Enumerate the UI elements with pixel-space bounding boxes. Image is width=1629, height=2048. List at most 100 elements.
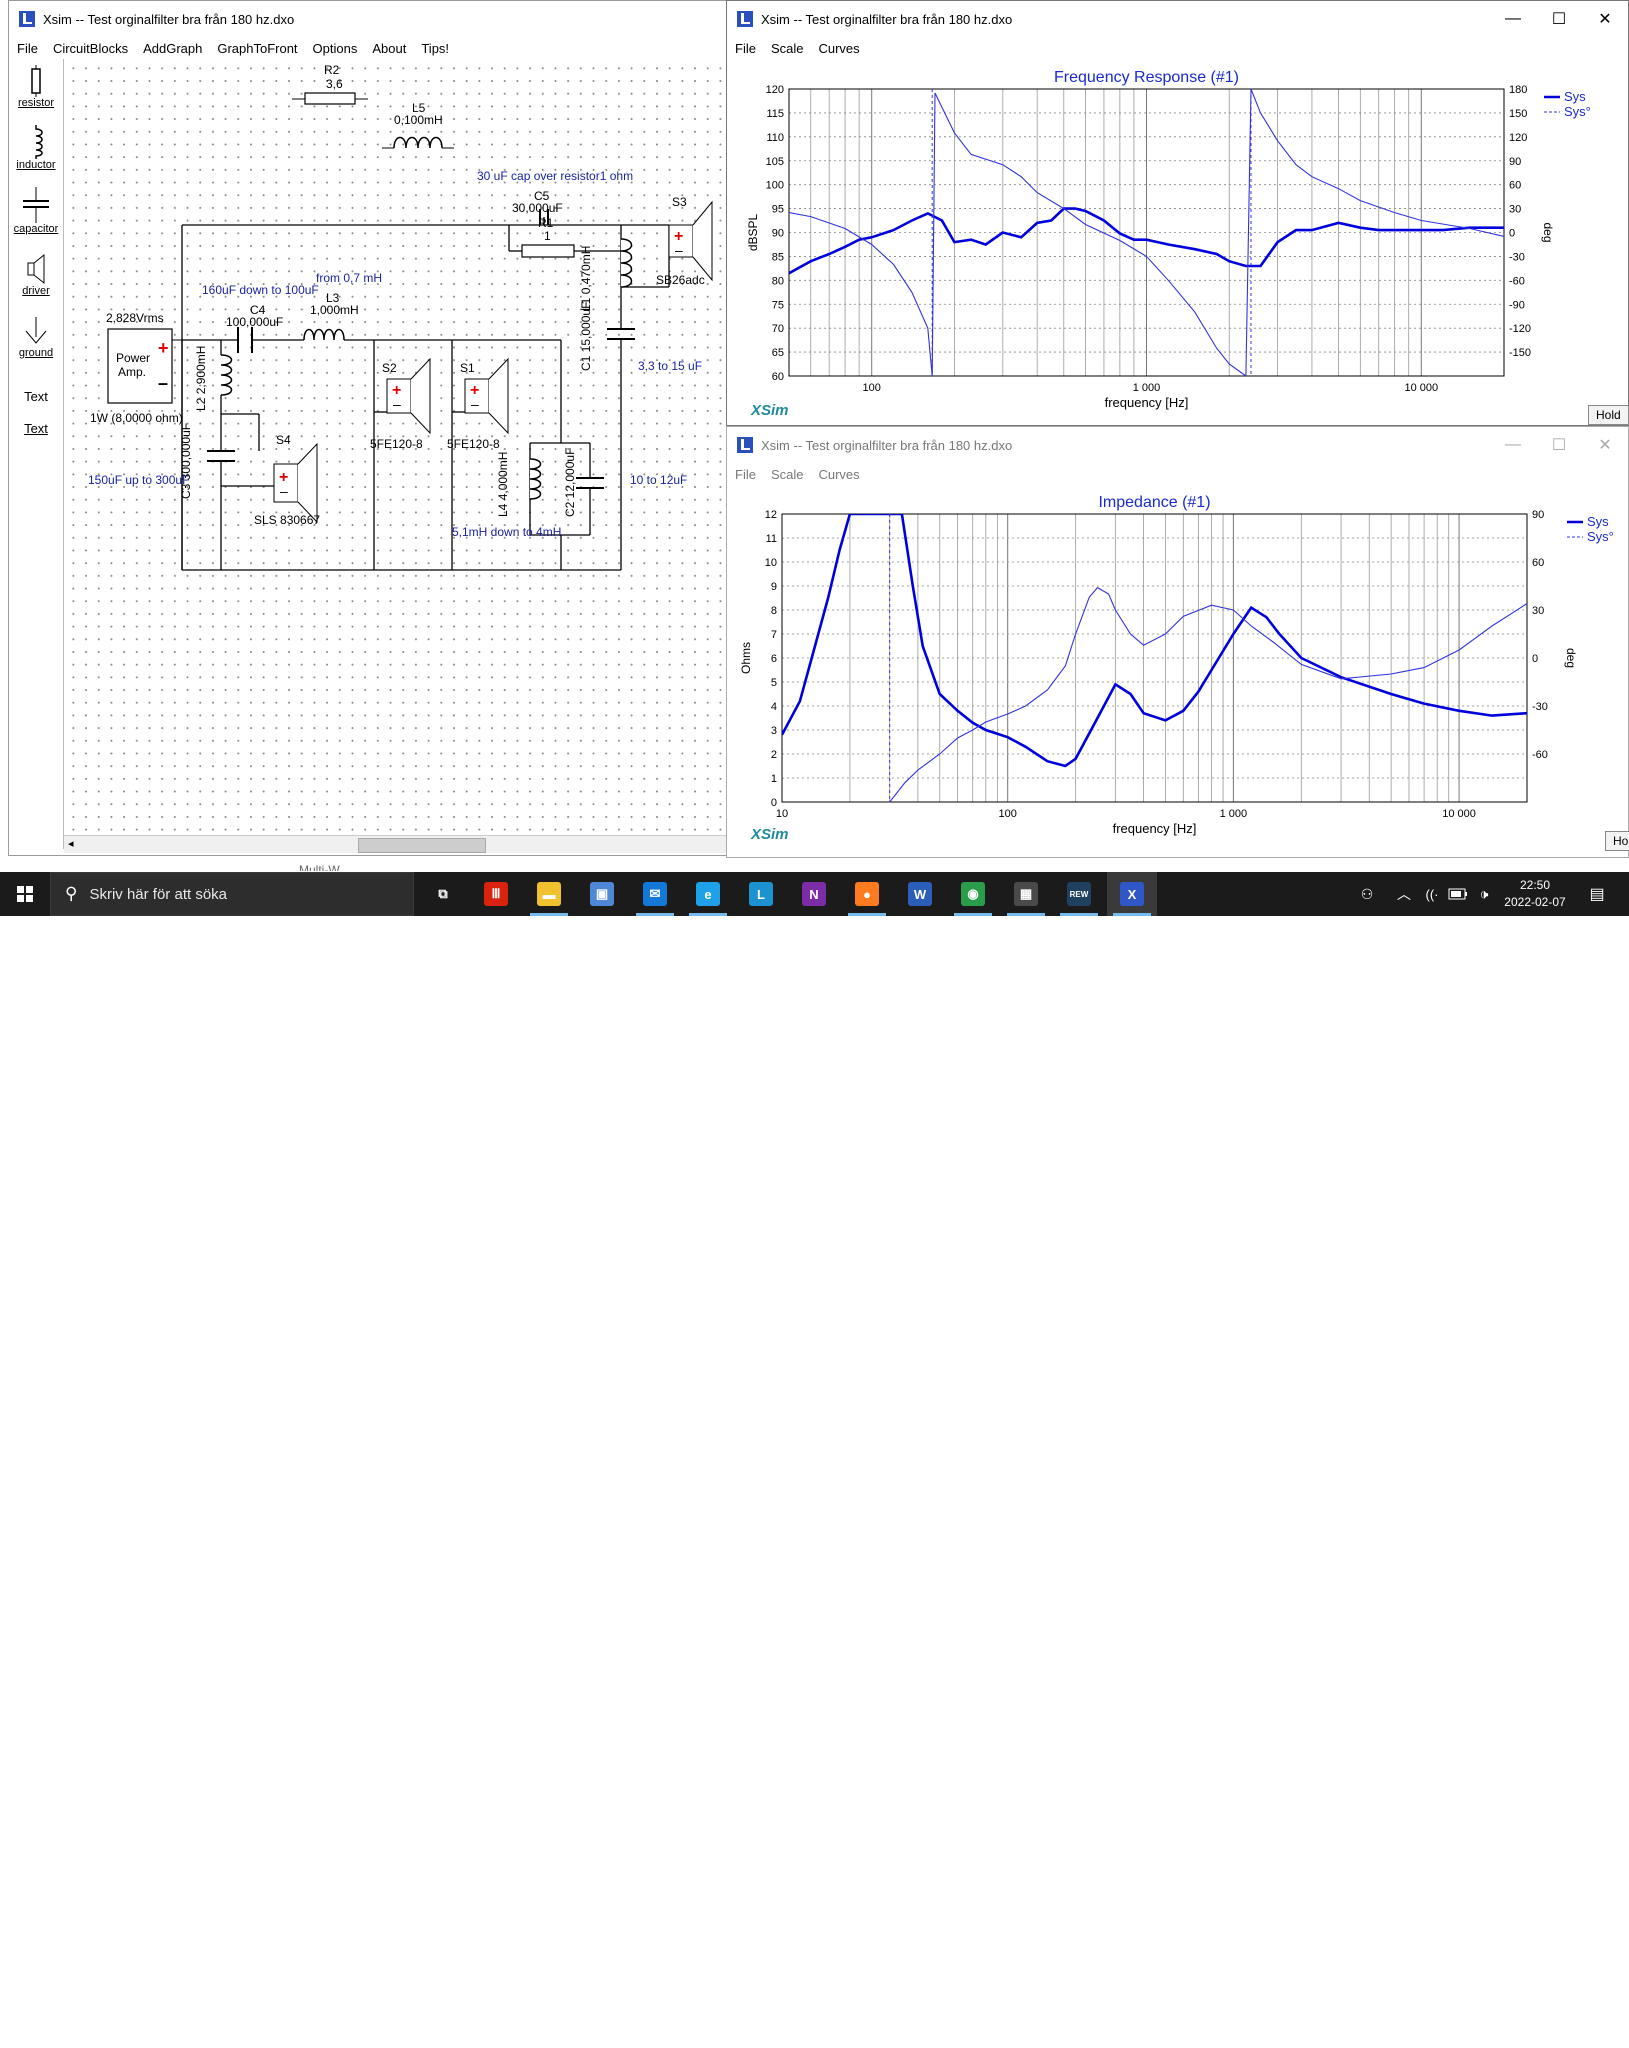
taskbar-calculator-button[interactable]: ▦ <box>1001 872 1051 916</box>
label-l1-value: 0,470mH <box>579 245 593 295</box>
x-tick-label: 10 000 <box>1442 808 1476 820</box>
schematic-canvas[interactable]: + – + – + – + – + – R2 3,6 L5 0,100mH 30… <box>64 59 730 834</box>
store-icon: ▣ <box>590 882 614 906</box>
label-l2-value: 2,900mH <box>194 345 208 395</box>
wifi-icon[interactable]: ((· <box>1420 872 1444 916</box>
taskbar-word-button[interactable]: W <box>895 872 945 916</box>
y2-tick-label: 0 <box>1509 228 1515 240</box>
y2-tick-label: 60 <box>1509 180 1521 192</box>
y2-tick-label: -60 <box>1532 749 1548 761</box>
resistor-icon <box>31 65 41 97</box>
frequency-response-chart[interactable]: Frequency Response (#1) 60 65 70 75 80 85 90 95 1… <box>727 1 1628 425</box>
chart-title: Impedance (#1) <box>1098 494 1210 511</box>
tool-capacitor[interactable]: capacitor <box>9 187 63 249</box>
label-amp-voltage: 2,828Vrms <box>106 311 164 325</box>
label-s2-name: S2 <box>382 361 397 375</box>
tool-text[interactable]: Text <box>9 389 63 404</box>
clock[interactable]: 22:50 2022-02-07 <box>1494 872 1576 916</box>
taskbar-xsim-button[interactable]: X <box>1107 872 1157 916</box>
chevron-up-icon[interactable]: ︿ <box>1394 872 1414 916</box>
y2-tick-label: 90 <box>1532 509 1544 521</box>
note-c5: 30 uF cap over resistor1 ohm <box>477 169 634 183</box>
word-icon: W <box>908 882 932 906</box>
mail-icon: ✉ <box>643 882 667 906</box>
taskbar-chrome-button[interactable]: ◉ <box>948 872 998 916</box>
menu-addgraph[interactable]: AddGraph <box>143 41 202 56</box>
y-tick-label: 100 <box>766 180 784 192</box>
legend-label: Sys <box>1564 89 1586 104</box>
horizontal-scrollbar[interactable]: ◂ <box>64 835 730 853</box>
note-c3: 150uF up to 300uF <box>88 473 190 487</box>
onenote-icon: N <box>802 882 826 906</box>
menu-graphtofront[interactable]: GraphToFront <box>217 41 297 56</box>
tool-text-link[interactable]: Text <box>9 421 63 436</box>
label-r1-value: 1 <box>544 229 551 243</box>
tool-ground[interactable]: ground <box>9 317 63 377</box>
ground-icon <box>25 317 47 344</box>
calculator-icon: ▦ <box>1014 882 1038 906</box>
inductor-icon <box>35 125 43 159</box>
y-tick-label: 90 <box>772 228 784 240</box>
y-tick-label: 115 <box>766 108 784 120</box>
y-tick-label: 8 <box>771 605 777 617</box>
taskbar-app-l-button[interactable]: L <box>736 872 786 916</box>
y-tick-label: 80 <box>772 275 784 287</box>
menu-about[interactable]: About <box>372 41 406 56</box>
x-tick-label: 10 <box>776 808 788 820</box>
label-c2: C2 12,000uF <box>563 448 577 517</box>
hold-button[interactable]: Hold <box>1605 831 1629 851</box>
tool-resistor[interactable]: resistor <box>9 63 63 123</box>
tool-inductor[interactable]: inductor <box>9 125 63 185</box>
menu-options[interactable]: Options <box>313 41 358 56</box>
taskbar-firefox-button[interactable]: ● <box>842 872 892 916</box>
y-tick-label: 60 <box>772 371 784 383</box>
xsim-frequency-window: Xsim -- Test orginalfilter bra från 180 … <box>726 0 1629 426</box>
menu-circuitblocks[interactable]: CircuitBlocks <box>53 41 128 56</box>
taskbar-rew-button[interactable]: REW <box>1054 872 1104 916</box>
taskbar-onenote-button[interactable]: N <box>789 872 839 916</box>
y2-tick-label: 180 <box>1509 84 1527 96</box>
label-r2-name: R2 <box>324 63 340 77</box>
start-button[interactable] <box>0 872 50 916</box>
y-tick-label: 120 <box>766 84 784 96</box>
taskbar-internet-explorer-button[interactable]: e <box>683 872 733 916</box>
taskbar-task-view-button[interactable]: ⧉ <box>418 872 468 916</box>
scrollbar-thumb[interactable] <box>358 838 486 853</box>
xsim-main-window: Xsim -- Test orginalfilter bra från 180 … <box>8 0 732 871</box>
menu-file[interactable]: File <box>17 41 38 56</box>
scroll-left-arrow-icon[interactable]: ◂ <box>68 837 74 850</box>
tool-label: inductor <box>16 159 56 171</box>
x-axis-label: frequency [Hz] <box>1105 395 1189 410</box>
main-window-title: Xsim -- Test orginalfilter bra från 180 … <box>43 11 295 27</box>
menu-tips[interactable]: Tips! <box>421 41 449 56</box>
battery-icon[interactable] <box>1446 872 1470 916</box>
y-tick-label: 1 <box>771 773 777 785</box>
taskbar-app-red-button[interactable]: Ⅲ <box>471 872 521 916</box>
y-tick-label: 2 <box>771 749 777 761</box>
notification-icon[interactable]: ▤ <box>1582 872 1612 916</box>
label-c5-value: 30,000uF <box>512 201 563 215</box>
search-box[interactable]: ⚲ Skriv här för att söka <box>50 872 414 916</box>
taskbar-mail-button[interactable]: ✉ <box>630 872 680 916</box>
y2-tick-label: 30 <box>1509 204 1521 216</box>
note-c2: 10 to 12uF <box>630 473 688 487</box>
volume-icon[interactable]: 🕩 <box>1472 872 1496 916</box>
y2-axis-label: deg <box>1541 222 1555 242</box>
x-tick-label: 100 <box>863 382 881 394</box>
hold-button[interactable]: Hold <box>1588 405 1629 425</box>
main-titlebar[interactable]: Xsim -- Test orginalfilter bra från 180 … <box>9 1 731 37</box>
task-view-icon: ⧉ <box>431 882 455 906</box>
tool-driver[interactable]: driver <box>9 253 63 313</box>
main-menubar: File CircuitBlocks AddGraph GraphToFront… <box>9 37 731 59</box>
chrome-icon: ◉ <box>961 882 985 906</box>
capacitor-icon <box>23 187 49 223</box>
taskbar-file-explorer-button[interactable]: ▬ <box>524 872 574 916</box>
x-tick-label: 10 000 <box>1404 382 1438 394</box>
impedance-chart[interactable]: Impedance (#1)0123456789101112 9060300-30… <box>727 427 1628 857</box>
y-tick-label: 95 <box>772 204 784 216</box>
people-icon[interactable]: ⚇ <box>1352 872 1382 916</box>
taskbar-store-button[interactable]: ▣ <box>577 872 627 916</box>
y-tick-label: 6 <box>771 653 777 665</box>
y2-tick-label: 30 <box>1532 605 1544 617</box>
windows-taskbar: ⚲ Skriv här för att söka ⧉ Ⅲ ▬ ▣ ✉ e L N ● W ◉ ▦ REW… <box>0 872 1629 916</box>
